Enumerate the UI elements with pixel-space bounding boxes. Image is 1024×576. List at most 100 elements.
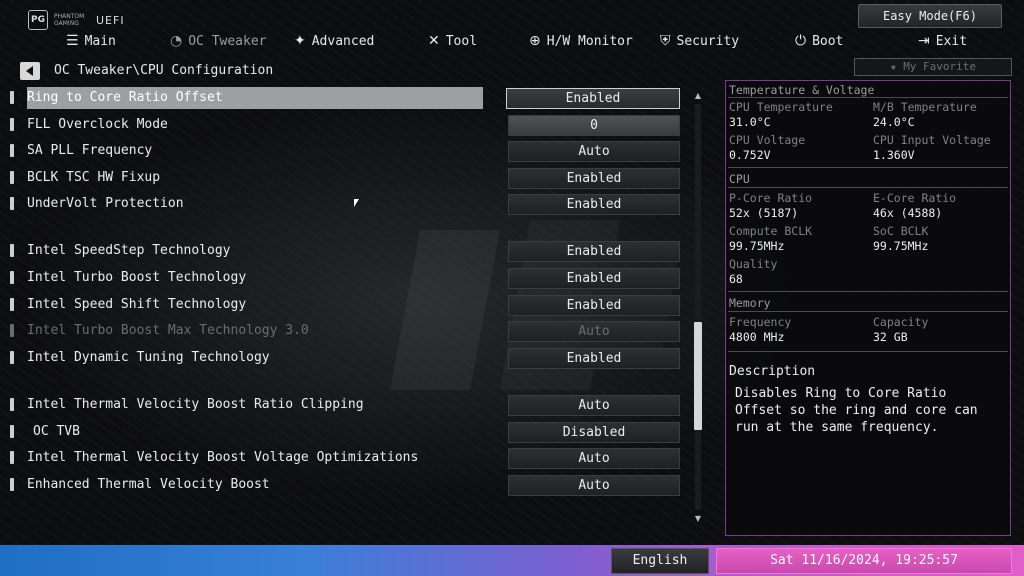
menu-exit[interactable]: ⇥ Exit: [918, 30, 967, 52]
setting-row-intel-dynamic-tuning[interactable]: Intel Dynamic Tuning Technology Enabled: [10, 347, 686, 369]
cpu-temp-value: 31.0°C: [729, 115, 771, 129]
info-panel: Temperature & Voltage CPU Temperature 31…: [725, 80, 1011, 536]
exit-icon: ⇥: [918, 33, 930, 49]
pcore-ratio-label: P-Core Ratio: [729, 191, 813, 205]
setting-value[interactable]: Auto: [508, 475, 680, 496]
scrollbar-track[interactable]: [695, 104, 701, 510]
brand-subtitle: PHANTOM GAMING: [54, 13, 85, 27]
setting-row-enhanced-tvb[interactable]: Enhanced Thermal Velocity Boost Auto: [10, 474, 686, 496]
setting-label: BCLK TSC HW Fixup: [27, 170, 161, 185]
mem-capacity-value: 32 GB: [873, 330, 908, 344]
star-icon: ✦: [294, 33, 306, 49]
row-marker: [10, 197, 14, 210]
divider: [728, 291, 1008, 292]
setting-value[interactable]: Enabled: [508, 295, 680, 316]
menu-tool[interactable]: ✕ Tool: [428, 30, 477, 52]
setting-value[interactable]: Auto: [508, 395, 680, 416]
menu-security-label: Security: [676, 33, 740, 49]
crosshair-icon: ⊕: [529, 33, 541, 49]
scroll-down-arrow-icon[interactable]: ▼: [693, 514, 703, 524]
divider: [728, 311, 1008, 312]
setting-value[interactable]: Enabled: [508, 241, 680, 262]
pcore-ratio-value: 52x (5187): [729, 206, 799, 220]
setting-row-ring-to-core-ratio-offset[interactable]: Ring to Core Ratio Offset Enabled: [10, 87, 686, 109]
setting-row-intel-speedstep[interactable]: Intel SpeedStep Technology Enabled: [10, 240, 686, 262]
menu-main[interactable]: ☰ Main: [66, 30, 116, 52]
menu-advanced-label: Advanced: [311, 33, 375, 49]
mem-capacity-label: Capacity: [873, 315, 929, 329]
setting-value[interactable]: Enabled: [506, 88, 680, 109]
mb-temp-label: M/B Temperature: [873, 100, 977, 114]
easy-mode-button[interactable]: Easy Mode(F6): [858, 4, 1002, 28]
compute-bclk-value: 99.75MHz: [729, 239, 785, 253]
row-marker: [10, 244, 14, 257]
quality-value: 68: [729, 272, 743, 286]
soc-bclk-label: SoC BCLK: [873, 224, 929, 238]
setting-label: OC TVB: [33, 424, 80, 439]
setting-row-tvb-voltage-optimizations[interactable]: Intel Thermal Velocity Boost Voltage Opt…: [10, 447, 686, 469]
setting-label: Intel Speed Shift Technology: [27, 297, 247, 312]
setting-value[interactable]: Auto: [508, 141, 680, 162]
setting-value[interactable]: Disabled: [508, 422, 680, 443]
mb-temp-value: 24.0°C: [873, 115, 915, 129]
setting-label: Intel SpeedStep Technology: [27, 243, 231, 258]
ecore-ratio-label: E-Core Ratio: [873, 191, 957, 205]
setting-row-bclk-tsc-hw-fixup[interactable]: BCLK TSC HW Fixup Enabled: [10, 167, 686, 189]
row-marker: [10, 425, 14, 438]
row-marker: [10, 324, 14, 337]
setting-label: Intel Turbo Boost Technology: [27, 270, 247, 285]
my-favorite-button[interactable]: ★ My Favorite: [854, 58, 1012, 76]
main-menu: ☰ Main ◔ OC Tweaker ✦ Advanced ✕ Tool ⊕ …: [0, 30, 1024, 52]
setting-value[interactable]: Enabled: [508, 348, 680, 369]
setting-label: Enhanced Thermal Velocity Boost: [27, 477, 270, 492]
menu-oc-tweaker[interactable]: ◔ OC Tweaker: [170, 30, 267, 52]
ecore-ratio-value: 46x (4588): [873, 206, 943, 220]
description-body: Disables Ring to Core Ratio Offset so th…: [735, 386, 978, 435]
setting-value[interactable]: Enabled: [508, 194, 680, 215]
description-title: Description: [729, 364, 816, 379]
menu-boot[interactable]: ⏻ Boot: [795, 30, 843, 52]
soc-bclk-value: 99.75MHz: [873, 239, 929, 253]
setting-value[interactable]: Enabled: [508, 268, 680, 289]
menu-hw-monitor[interactable]: ⊕ H/W Monitor: [529, 30, 633, 52]
brand-logo: PG PHANTOM GAMING UEFI: [28, 10, 125, 30]
back-button[interactable]: [20, 62, 40, 80]
menu-advanced[interactable]: ✦ Advanced: [294, 30, 374, 52]
setting-value[interactable]: Enabled: [508, 168, 680, 189]
row-marker: [10, 351, 14, 364]
setting-value[interactable]: Auto: [508, 448, 680, 469]
menu-boot-label: Boot: [812, 33, 844, 49]
compute-bclk-label: Compute BCLK: [729, 224, 813, 238]
my-favorite-label: My Favorite: [903, 60, 977, 73]
row-marker: [10, 298, 14, 311]
scrollbar-thumb[interactable]: [694, 322, 702, 430]
setting-row-oc-tvb[interactable]: OC TVB Disabled: [10, 421, 686, 443]
setting-row-undervolt-protection[interactable]: UnderVolt Protection Enabled: [10, 193, 686, 215]
cpu-input-voltage-label: CPU Input Voltage: [873, 133, 991, 147]
tools-icon: ✕: [428, 33, 440, 49]
language-button[interactable]: English: [611, 548, 709, 574]
setting-row-tvb-ratio-clipping[interactable]: Intel Thermal Velocity Boost Ratio Clipp…: [10, 394, 686, 416]
menu-security[interactable]: ⛨ Security: [660, 30, 739, 52]
setting-row-intel-turbo-boost[interactable]: Intel Turbo Boost Technology Enabled: [10, 267, 686, 289]
power-icon: ⏻: [795, 33, 807, 49]
row-marker: [10, 478, 14, 491]
row-marker: [10, 118, 14, 131]
cpu-temp-label: CPU Temperature: [729, 100, 833, 114]
menu-hw-monitor-label: H/W Monitor: [546, 33, 633, 49]
divider: [728, 167, 1008, 168]
cpu-input-voltage-value: 1.360V: [873, 148, 915, 162]
row-marker: [10, 91, 14, 104]
setting-row-intel-speed-shift[interactable]: Intel Speed Shift Technology Enabled: [10, 294, 686, 316]
setting-value[interactable]: 0: [508, 115, 680, 136]
setting-row-sa-pll-frequency[interactable]: SA PLL Frequency Auto: [10, 140, 686, 162]
row-marker: [10, 144, 14, 157]
menu-main-label: Main: [84, 33, 116, 49]
setting-row-fll-overclock-mode[interactable]: FLL Overclock Mode 0: [10, 114, 686, 136]
scroll-up-arrow-icon[interactable]: ▲: [693, 91, 703, 101]
brand-badge: PG: [28, 10, 48, 30]
setting-label: FLL Overclock Mode: [27, 117, 168, 132]
row-marker: [10, 451, 14, 464]
cpu-voltage-value: 0.752V: [729, 148, 771, 162]
setting-label: Ring to Core Ratio Offset: [27, 87, 483, 109]
